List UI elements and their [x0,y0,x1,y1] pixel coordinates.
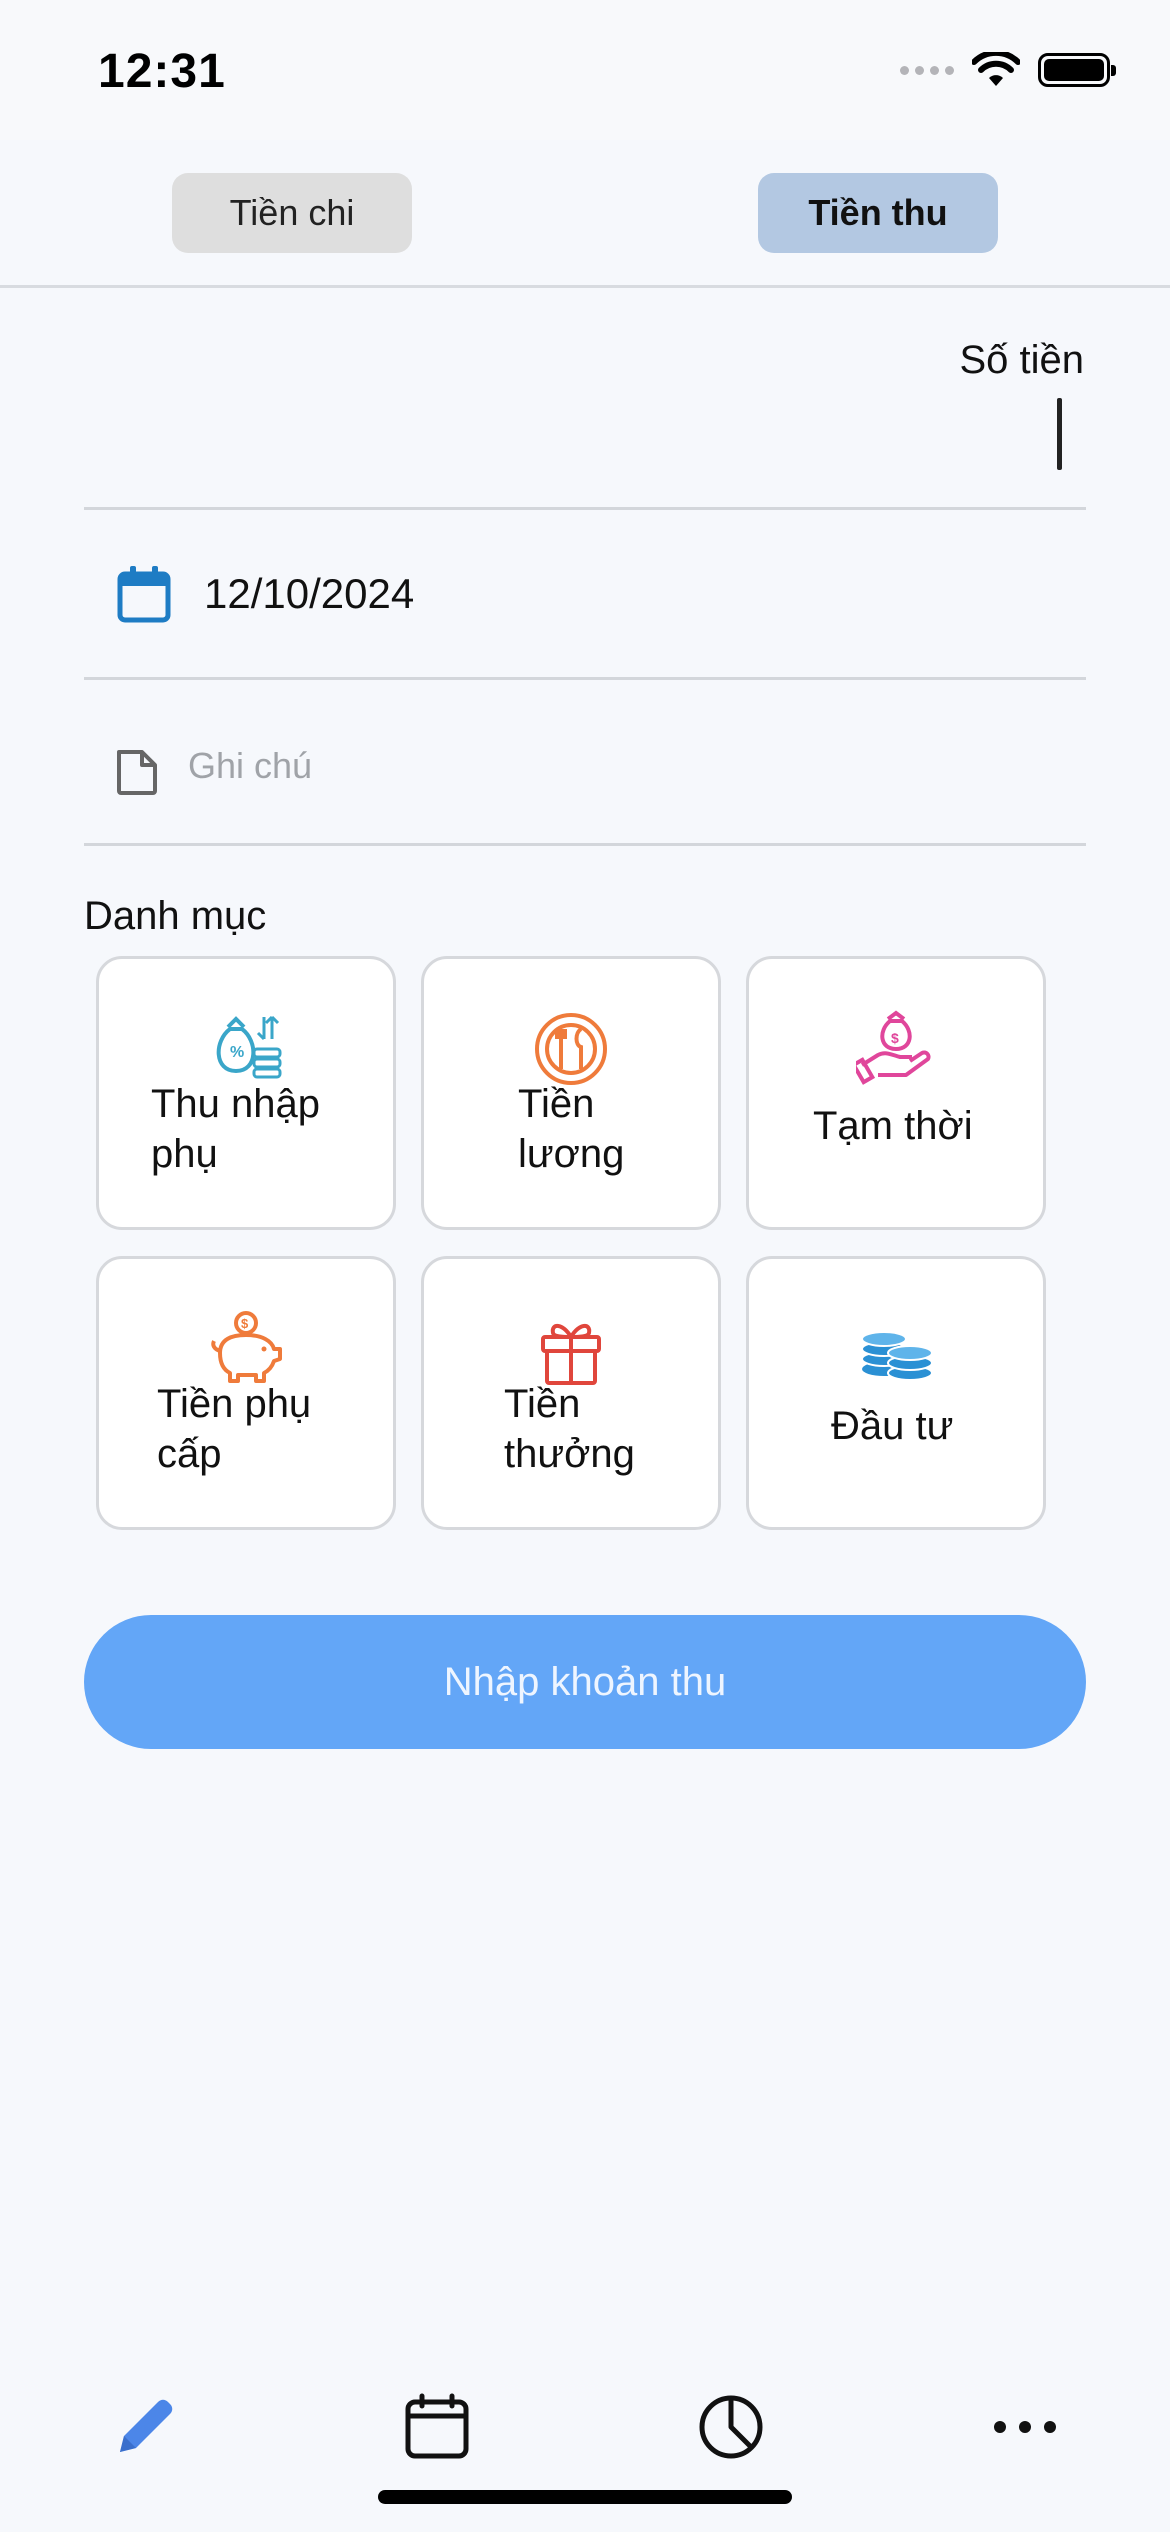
wifi-icon [972,52,1020,86]
category-salary[interactable]: Tiền lương [421,956,721,1230]
document-icon [117,750,157,795]
piggy-bank-icon: $ [211,1311,282,1383]
pencil-icon [120,2399,173,2452]
note-input[interactable] [188,736,1048,796]
battery-icon [1038,53,1116,87]
category-label: Tiền lương [518,1082,625,1176]
category-temporary[interactable]: $ Tạm thời [746,956,1046,1230]
category-side-income[interactable]: % Thu nhập phụ [96,956,396,1230]
submit-income-button[interactable]: Nhập khoản thu [84,1615,1086,1749]
category-label: Tạm thời [813,1104,973,1148]
tab-input[interactable] [90,2372,200,2482]
category-grid: % Thu nhập phụ Tiền lương $ Tạm thời $ T… [96,956,1048,1530]
tab-calendar[interactable] [382,2372,492,2482]
tab-report[interactable] [676,2372,786,2482]
cellular-signal-icon [900,65,954,75]
money-bag-icon: % [216,1015,282,1079]
category-allowance[interactable]: $ Tiền phụ cấp [96,1256,396,1530]
date-picker[interactable]: 12/10/2024 [84,512,1086,680]
note-row [84,682,1086,846]
status-bar: 12:31 [0,0,1170,140]
category-label: Tiền thưởng [504,1382,635,1476]
amount-label: Số tiền [959,338,1084,382]
category-label: Tiền phụ cấp [157,1382,312,1476]
category-investment[interactable]: Đầu tư [746,1256,1046,1530]
calendar-icon [405,2393,469,2459]
home-indicator [378,2490,792,2504]
more-icon [994,2421,1056,2433]
salary-plate-icon [535,1013,607,1085]
category-label: Thu nhập phụ [151,1082,321,1176]
date-value: 12/10/2024 [204,570,415,617]
pie-chart-icon [699,2395,763,2459]
category-bonus[interactable]: Tiền thưởng [421,1256,721,1530]
hand-money-icon: $ [856,1010,931,1085]
category-label: Đầu tư [831,1404,954,1448]
status-icons [900,52,1116,88]
text-cursor [1057,398,1062,470]
calendar-icon [117,566,171,623]
category-title: Danh mục [84,894,267,938]
coin-stack-icon [861,1331,933,1381]
tab-expense[interactable]: Tiền chi [172,173,412,253]
amount-field[interactable]: Số tiền [84,300,1086,510]
svg-text:$: $ [241,1316,249,1331]
gift-icon [541,1324,601,1385]
svg-text:$: $ [891,1030,899,1046]
tab-income[interactable]: Tiền thu [758,173,998,253]
type-segment: Tiền chi Tiền thu [0,140,1170,288]
svg-text:%: % [230,1044,244,1061]
tab-more[interactable] [970,2372,1080,2482]
status-time: 12:31 [98,45,226,98]
